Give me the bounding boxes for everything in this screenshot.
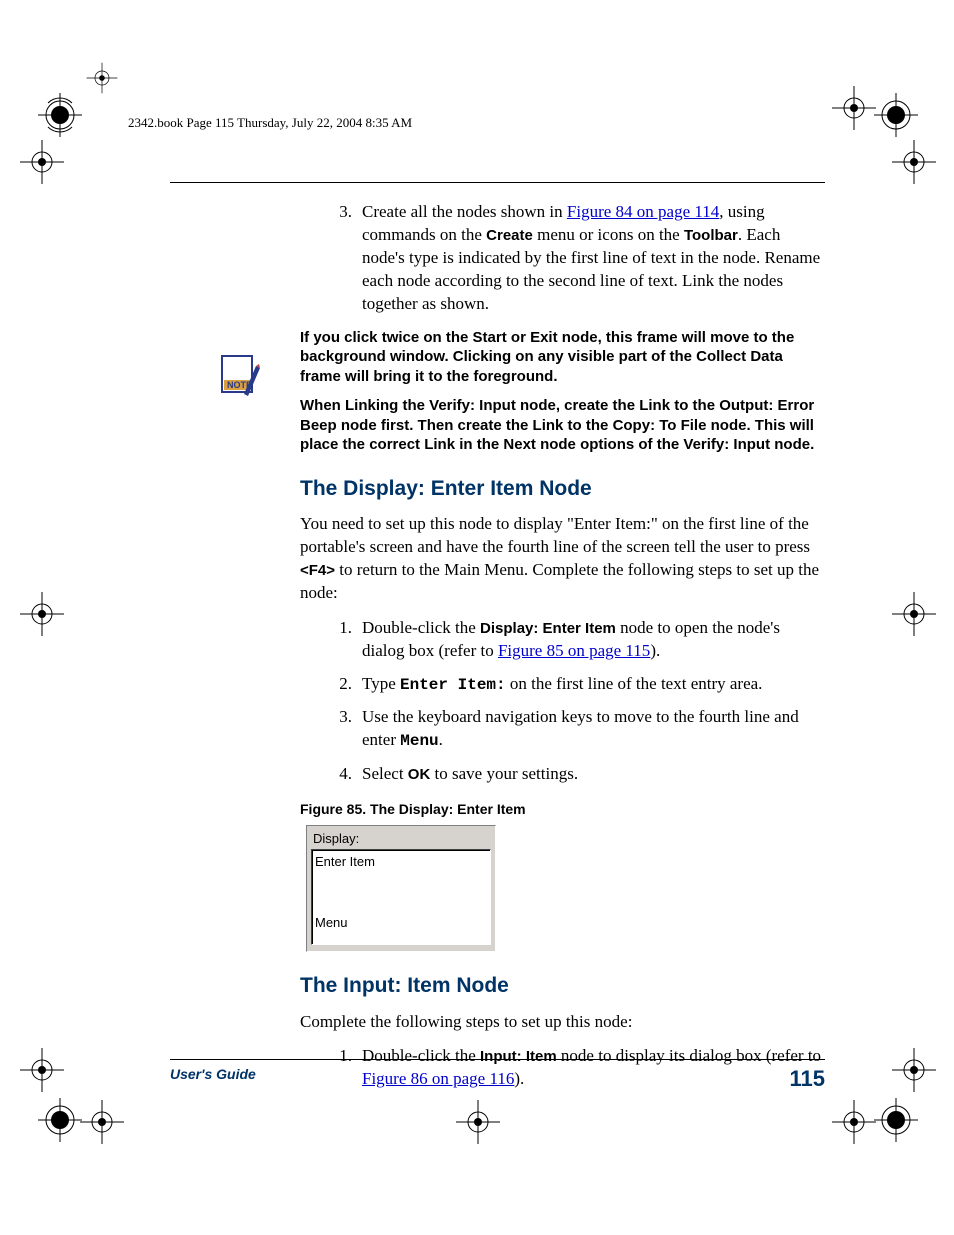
step-number: 3. [328, 706, 352, 753]
body-text: Create all the nodes shown in [362, 202, 567, 221]
step-number: 3. [328, 201, 352, 316]
figure-85-caption: Figure 85. The Display: Enter Item [300, 800, 825, 819]
note-icon: NOTE [220, 350, 262, 405]
list-item: 2. Type Enter Item: on the first line of… [170, 673, 825, 697]
registration-mark-icon [892, 140, 936, 184]
crop-mark-icon [38, 1098, 82, 1142]
crop-mark-icon [874, 1098, 918, 1142]
list-item: 1. Double-click the Display: Enter Item … [170, 617, 825, 663]
f4-key-label: <F4> [300, 562, 335, 579]
menu-literal: Menu [400, 732, 438, 750]
toolbar-label: Toolbar [684, 227, 738, 244]
figure-85-display-panel: Display: Enter Item Menu [306, 825, 496, 953]
registration-mark-icon [80, 1100, 124, 1144]
registration-mark-icon [20, 1048, 64, 1092]
step-number: 4. [328, 763, 352, 786]
footer-title: User's Guide [170, 1066, 256, 1082]
registration-mark-icon [20, 140, 64, 184]
page-footer: 115 User's Guide [170, 1059, 825, 1092]
display-textarea[interactable]: Enter Item Menu [311, 849, 491, 945]
registration-mark-icon [456, 1100, 500, 1144]
body-text: menu or icons on the [533, 225, 684, 244]
create-menu-label: Create [486, 227, 533, 244]
body-paragraph: Complete the following steps to set up t… [300, 1011, 825, 1034]
heading-input-item: The Input: Item Node [300, 972, 825, 1000]
crop-mark-icon [874, 93, 918, 137]
figure-85-link[interactable]: Figure 85 on page 115 [498, 641, 650, 660]
registration-mark-icon [87, 63, 118, 94]
crop-mark-icon [38, 93, 82, 137]
display-enter-item-label: Display: Enter Item [480, 620, 616, 637]
page-number: 115 [790, 1066, 826, 1092]
page-header-text: 2342.book Page 115 Thursday, July 22, 20… [128, 115, 412, 131]
registration-mark-icon [892, 1048, 936, 1092]
enter-item-literal: Enter Item: [400, 676, 506, 694]
list-item: 3. Use the keyboard navigation keys to m… [170, 706, 825, 753]
registration-mark-icon [832, 1100, 876, 1144]
note-paragraph-1: If you click twice on the Start or Exit … [300, 328, 825, 387]
registration-mark-icon [892, 592, 936, 636]
ok-button-label: OK [408, 766, 431, 783]
note-paragraph-2: When Linking the Verify: Input node, cre… [300, 396, 825, 455]
step-number: 1. [328, 617, 352, 663]
registration-mark-icon [832, 86, 876, 130]
figure-84-link[interactable]: Figure 84 on page 114 [567, 202, 719, 221]
step-number: 2. [328, 673, 352, 697]
heading-display-enter-item: The Display: Enter Item Node [300, 475, 825, 503]
note-block: NOTE If you click twice on the Start or … [170, 328, 825, 455]
body-paragraph: You need to set up this node to display … [300, 513, 825, 605]
display-field-label: Display: [311, 830, 491, 850]
step-3: 3. Create all the nodes shown in Figure … [170, 201, 825, 316]
registration-mark-icon [20, 592, 64, 636]
list-item: 4. Select OK to save your settings. [170, 763, 825, 786]
